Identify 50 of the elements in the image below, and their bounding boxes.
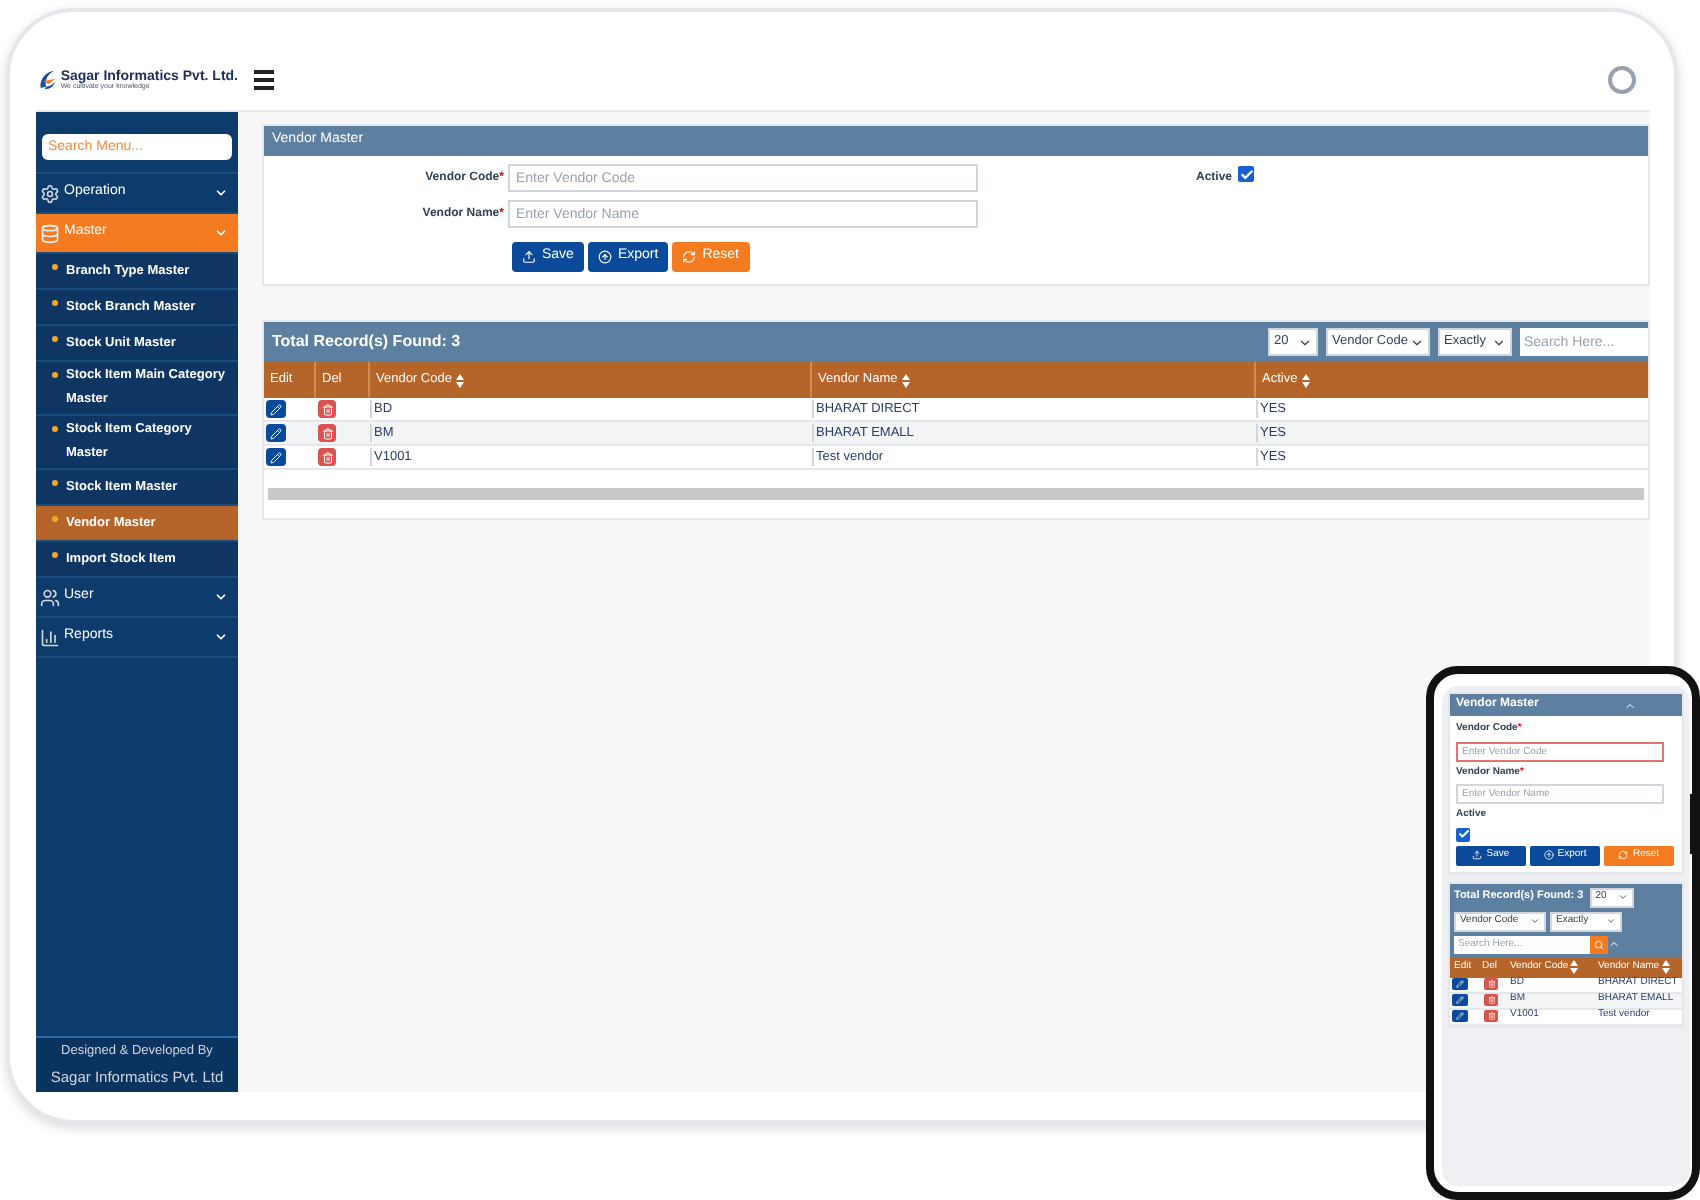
trash-icon [321,403,333,415]
chevron-icon [214,226,228,240]
arrow-circle-icon [1543,850,1554,860]
edit-button[interactable] [1452,1010,1468,1022]
horizontal-scrollbar[interactable] [268,488,1644,500]
avatar-icon[interactable] [1608,66,1636,94]
trash-icon [321,427,333,439]
caret-icon [1530,916,1540,926]
delete-button[interactable] [1484,994,1498,1006]
check-icon [1239,167,1254,181]
trash-icon [321,451,333,463]
collapse-icon[interactable] [1624,699,1636,711]
refresh-icon [1618,850,1629,860]
edit-button[interactable] [1452,994,1468,1006]
edit-button[interactable] [266,400,286,418]
database-icon [40,223,60,243]
pencil-icon [270,427,282,439]
caret-icon [1606,916,1616,926]
record-count: Total Record(s) Found: 3 [272,330,463,354]
delete-button[interactable] [318,400,336,418]
delete-button[interactable] [1484,978,1498,990]
pencil-icon [270,451,282,463]
caret-icon [1410,335,1424,349]
edit-button[interactable] [266,424,286,442]
delete-button[interactable] [1484,1010,1498,1022]
menu-button[interactable] [254,70,274,90]
caret-icon [1492,335,1506,349]
caret-icon [1617,892,1628,902]
users-icon [40,587,60,607]
arrow-circle-icon [597,250,612,264]
search-icon [1594,939,1604,949]
delete-button[interactable] [318,424,336,442]
edit-button[interactable] [1452,978,1468,990]
upload-icon [1472,850,1483,860]
search-button[interactable] [1590,935,1608,953]
chevron-icon [214,590,228,604]
delete-button[interactable] [318,448,336,466]
edit-button[interactable] [266,448,286,466]
active-checkbox[interactable] [1238,166,1255,182]
check-icon [1457,828,1469,840]
chevron-icon [214,186,228,200]
chart-icon [40,627,60,647]
collapse-icon[interactable] [1608,938,1620,950]
chevron-icon [214,630,228,644]
pencil-icon [270,403,282,415]
caret-icon [1298,335,1312,349]
refresh-icon [682,250,697,264]
gear-icon [40,183,60,203]
upload-icon [522,250,536,264]
active-checkbox[interactable] [1456,827,1470,841]
